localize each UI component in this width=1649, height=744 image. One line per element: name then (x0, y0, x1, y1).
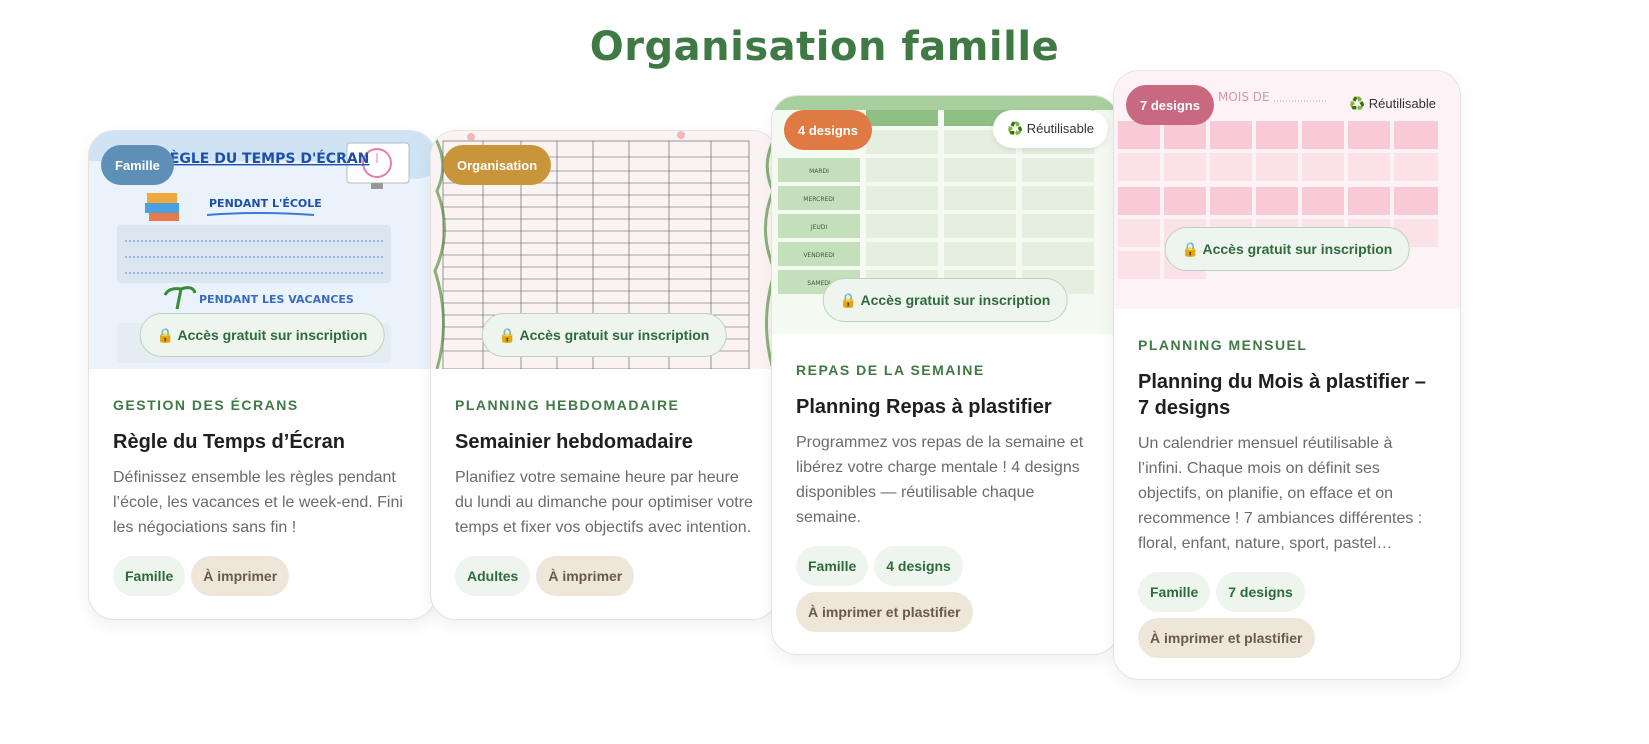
tag-list: Famille 7 designs À imprimer et plastifi… (1138, 572, 1436, 658)
page-title: Organisation famille (589, 24, 1060, 70)
access-button[interactable]: 🔒 Accès gratuit sur inscription (822, 278, 1068, 322)
tag-a-imprimer: À imprimer (191, 556, 290, 596)
card-category: GESTION DES ÉCRANS (113, 397, 299, 413)
card-description: Planifiez votre semaine heure par heure … (455, 469, 753, 536)
day-label: VENDREDI (803, 252, 835, 259)
card-category: PLANNING MENSUEL (1138, 337, 1308, 353)
tag-a-imprimer: À imprimer (536, 556, 635, 596)
card-title[interactable]: Semainier hebdomadaire (455, 429, 753, 455)
badge-7-designs: 7 designs (1126, 85, 1214, 125)
card-title[interactable]: Planning Repas à plastifier (796, 394, 1094, 420)
tag-4-designs: 4 designs (874, 546, 963, 586)
day-label: MARDI (809, 168, 829, 175)
reusable-badge: ♻️ Réutilisable (1348, 96, 1436, 111)
access-button[interactable]: 🔒 Accès gratuit sur inscription (481, 313, 727, 357)
day-label: MERCREDI (803, 196, 835, 203)
badge-famille: Famille (101, 145, 174, 185)
card-repas[interactable]: MARDI MERCREDI JEUDI VENDREDI SAMEDI 4 d… (771, 95, 1119, 655)
badge-organisation: Organisation (443, 145, 552, 185)
thumbnail-heading: RÈGLE DU TEMPS D'ÉCRAN (159, 150, 369, 167)
card-description: Programmez vos repas de la semaine et li… (796, 434, 1084, 526)
tag-list: Adultes À imprimer (455, 556, 753, 596)
access-button[interactable]: 🔒 Accès gratuit sur inscription (139, 313, 385, 357)
thumbnail-heading: MOIS DE (1218, 90, 1270, 104)
tag-list: Famille À imprimer (113, 556, 411, 596)
card-category: PLANNING HEBDOMADAIRE (455, 397, 680, 413)
tag-7-designs: 7 designs (1216, 572, 1305, 612)
tag-famille: Famille (796, 546, 869, 586)
tag-famille: Famille (1138, 572, 1211, 612)
card-title[interactable]: Planning du Mois à plastifier – 7 design… (1138, 369, 1436, 421)
tag-list: Famille 4 designs À imprimer et plastifi… (796, 546, 1094, 632)
tag-imprimer-plastifier: À imprimer et plastifier (796, 592, 973, 632)
card-thumbnail[interactable]: MOIS DE 7 designs ♻️ Réutilisable 🔒 Accè… (1114, 71, 1460, 309)
day-label: JEUDI (810, 224, 828, 231)
card-thumbnail[interactable]: Organisation 🔒 Accès gratuit sur inscrip… (431, 131, 777, 369)
thumbnail-sub2: PENDANT LES VACANCES (199, 293, 354, 306)
access-button[interactable]: 🔒 Accès gratuit sur inscription (1164, 227, 1410, 271)
card-description: Définissez ensemble les règles pendant l… (113, 469, 403, 536)
card-semainier[interactable]: Organisation 🔒 Accès gratuit sur inscrip… (430, 130, 778, 620)
tag-adultes: Adultes (455, 556, 531, 596)
badge-4-designs: 4 designs (784, 110, 872, 150)
card-description: Un calendrier mensuel réutilisable à l’i… (1138, 435, 1423, 552)
reusable-badge: ♻️ Réutilisable (992, 110, 1108, 148)
card-ecran[interactable]: RÈGLE DU TEMPS D'ÉCRAN PENDANT L'ÉCOLE P… (88, 130, 436, 620)
card-title[interactable]: Règle du Temps d’Écran (113, 429, 411, 455)
card-thumbnail[interactable]: MARDI MERCREDI JEUDI VENDREDI SAMEDI 4 d… (772, 96, 1118, 334)
thumbnail-sub1: PENDANT L'ÉCOLE (209, 197, 322, 210)
card-thumbnail[interactable]: RÈGLE DU TEMPS D'ÉCRAN PENDANT L'ÉCOLE P… (89, 131, 435, 369)
card-mois[interactable]: MOIS DE 7 designs ♻️ Réutilisable 🔒 Accè… (1113, 70, 1461, 680)
card-category: REPAS DE LA SEMAINE (796, 362, 985, 378)
tag-famille: Famille (113, 556, 186, 596)
tag-imprimer-plastifier: À imprimer et plastifier (1138, 618, 1315, 658)
